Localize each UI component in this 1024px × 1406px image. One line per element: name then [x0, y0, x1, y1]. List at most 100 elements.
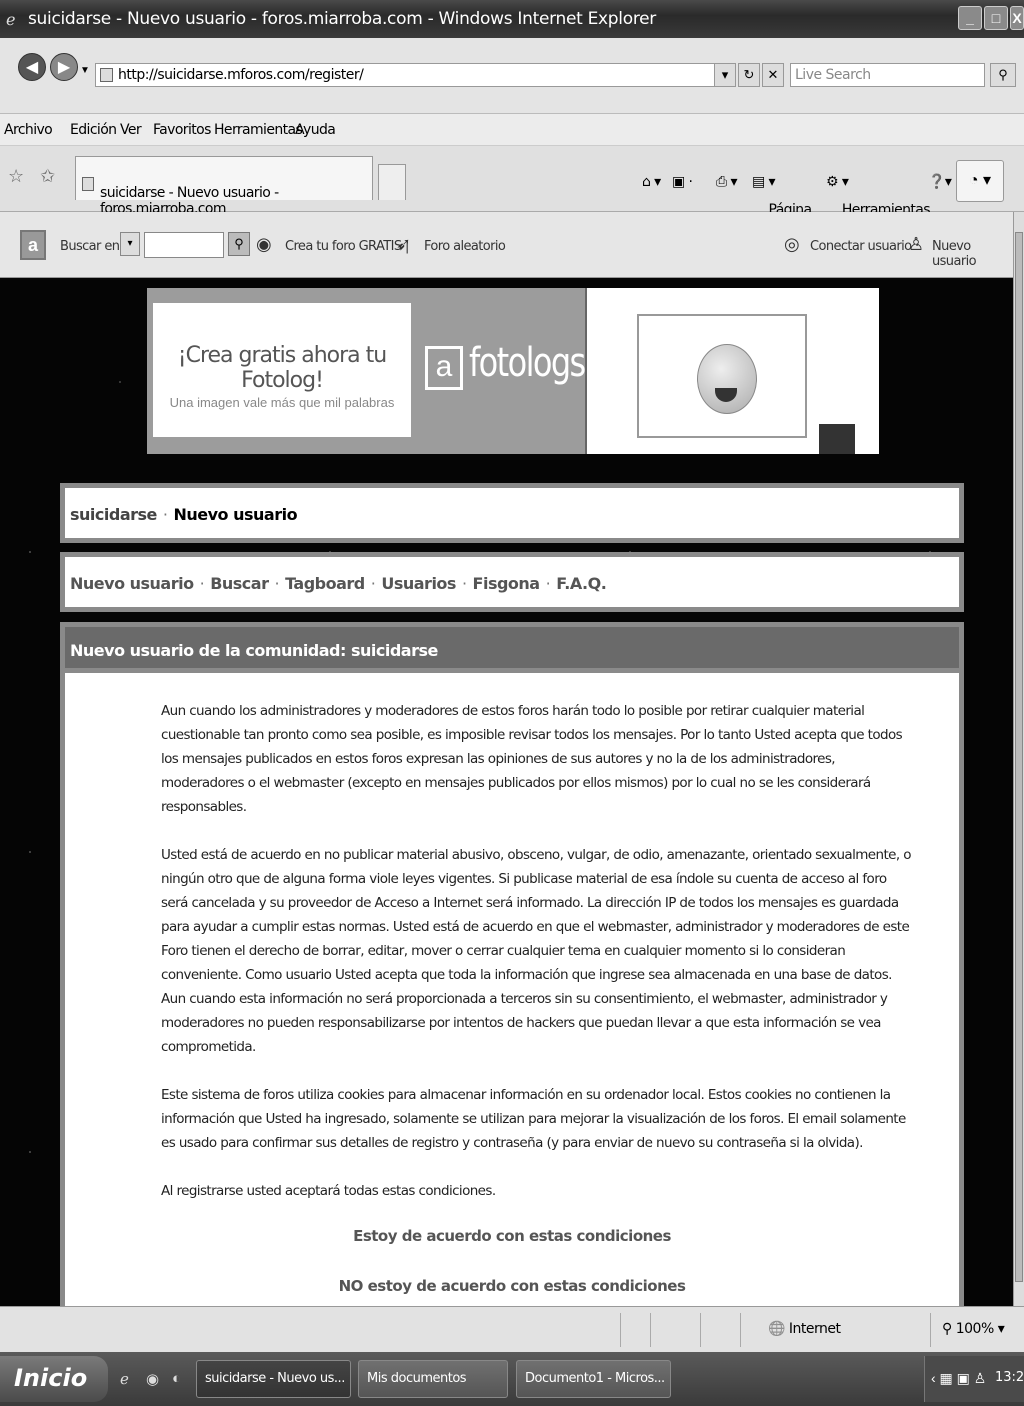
new-user-icon: ♙ [908, 234, 924, 255]
add-favorites-icon[interactable]: ✩ [40, 166, 55, 187]
vertical-scrollbar[interactable] [1013, 212, 1024, 1306]
fotolog-banner[interactable]: ¡Crea gratis ahora tu Fotolog! Una image… [147, 288, 879, 454]
clock: 13:24 [995, 1370, 1024, 1385]
task-browser[interactable]: suicidarse - Nuevo us... [196, 1360, 351, 1398]
taskbar: Inicio ℯ ◉ ◐ suicidarse - Nuevo us... Mi… [0, 1352, 1024, 1406]
miarroba-toolbar: a Buscar en: ▾ ⚲ ◉ Crea tu foro GRATIS |… [0, 212, 1013, 278]
back-button[interactable]: ◀ [18, 53, 46, 81]
maximize-button[interactable]: □ [984, 6, 1008, 30]
minimize-button[interactable]: _ [958, 6, 982, 30]
media-quicklaunch-icon[interactable]: ◉ [146, 1370, 159, 1388]
nav-faq[interactable]: F.A.Q. [556, 574, 607, 593]
menu-edicion[interactable]: Edición [70, 122, 117, 138]
random-forum-icon: ➶ [396, 234, 411, 255]
task-label: Documento1 - Micros... [525, 1371, 665, 1386]
tray-icons[interactable]: ‹ ▦ ▣ ♙ [931, 1370, 986, 1387]
task-label: Mis documentos [367, 1371, 467, 1386]
smiley-face-icon [697, 344, 757, 414]
banner-headline: ¡Crea gratis ahora tu Fotolog! [177, 343, 387, 393]
print-icon[interactable]: ⎙ ▾ [716, 174, 737, 190]
create-forum-icon: ◉ [256, 234, 272, 255]
status-separator [700, 1313, 701, 1347]
magnifier-icon[interactable]: ⚲ [228, 232, 250, 256]
research-button[interactable]: ◔ ▾ [956, 160, 1004, 202]
tools-menu[interactable]: ⚙ Herramientas ▾ [826, 174, 931, 218]
banner-brand: fotologs [469, 340, 586, 386]
new-user-link[interactable]: Nuevo usuario [932, 239, 1013, 269]
random-forum-link[interactable]: Foro aleatorio [424, 239, 506, 254]
registration-panel: Nuevo usuario de la comunidad: suicidars… [60, 622, 964, 1306]
page-icon [100, 68, 113, 82]
terms-paragraph: Usted está de acuerdo en no publicar mat… [161, 847, 912, 1055]
search-input[interactable]: Live Search [790, 63, 985, 87]
nav-usuarios[interactable]: Usuarios [381, 574, 456, 593]
menu-ayuda[interactable]: Ayuda [295, 122, 336, 138]
page-menu[interactable]: ▤ Página ▾ [752, 174, 812, 218]
task-mis-documentos[interactable]: Mis documentos [358, 1360, 508, 1398]
feeds-icon[interactable]: ▣ · [672, 174, 693, 190]
search-icon[interactable]: ⚲ [990, 63, 1016, 87]
zoom-control[interactable]: ⚲ 100% ▾ [942, 1321, 1005, 1337]
agree-link[interactable]: Estoy de acuerdo con estas condiciones [65, 1227, 959, 1245]
forward-button[interactable]: ▶ [50, 53, 78, 81]
menu-favoritos[interactable]: Favoritos [153, 122, 211, 138]
nav-buscar[interactable]: Buscar [210, 574, 269, 593]
stop-icon[interactable]: ✕ [762, 63, 784, 87]
nav-tagboard[interactable]: Tagboard [285, 574, 365, 593]
scrollbar-thumb[interactable] [1015, 232, 1023, 1282]
breadcrumb-current: Nuevo usuario [173, 505, 298, 524]
page-content: a Buscar en: ▾ ⚲ ◉ Crea tu foro GRATIS |… [0, 212, 1013, 1306]
panel-heading: Nuevo usuario de la comunidad: suicidars… [65, 627, 959, 673]
browser-tab[interactable]: suicidarse - Nuevo usuario - foros.miarr… [75, 156, 373, 217]
address-input[interactable]: http://suicidarse.mforos.com/register/ [95, 63, 735, 87]
banner-preview-image [585, 288, 879, 454]
task-label: suicidarse - Nuevo us... [205, 1371, 345, 1386]
start-label: Inicio [14, 1364, 88, 1392]
menu-ver[interactable]: Ver [120, 122, 142, 138]
status-separator [650, 1313, 651, 1347]
menu-archivo[interactable]: Archivo [4, 122, 53, 138]
status-separator [620, 1313, 621, 1347]
desktop-quicklaunch-icon[interactable]: ◐ [172, 1370, 181, 1387]
new-tab-button[interactable] [378, 164, 406, 200]
page-icon [82, 177, 94, 191]
miarroba-logo[interactable]: a [20, 230, 46, 260]
tab-bar: ☆ ✩ suicidarse - Nuevo usuario - foros.m… [0, 146, 1024, 218]
start-button[interactable]: Inicio [0, 1356, 108, 1402]
help-icon[interactable]: ❓▾ [928, 174, 952, 190]
banner-text-box: ¡Crea gratis ahora tu Fotolog! Una image… [153, 303, 411, 437]
banner-subline: Una imagen vale más que mil palabras [169, 395, 395, 410]
window-title: suicidarse - Nuevo usuario - foros.miarr… [28, 9, 656, 29]
security-zone: 🌐 Internet [768, 1321, 841, 1337]
zone-label: Internet [788, 1321, 841, 1337]
ie-quicklaunch-icon[interactable]: ℯ [120, 1370, 129, 1388]
terms-text: Aun cuando los administradores y moderad… [65, 673, 959, 1203]
nav-nuevo-usuario[interactable]: Nuevo usuario [70, 574, 194, 593]
address-toolbar: ◀ ▶ ▼ http://suicidarse.mforos.com/regis… [0, 38, 1024, 114]
home-icon[interactable]: ⌂ ▾ [642, 174, 661, 190]
menu-bar: Archivo Edición Ver Favoritos Herramient… [0, 114, 1024, 146]
create-forum-link[interactable]: Crea tu foro GRATIS | [285, 239, 409, 254]
address-dropdown-button[interactable]: ▾ [714, 63, 736, 87]
close-button[interactable]: X [1010, 6, 1024, 30]
terms-paragraph: Aun cuando los administradores y moderad… [161, 703, 903, 815]
zoom-value: 100% [955, 1321, 995, 1337]
ie-icon: ℯ [6, 12, 16, 29]
refresh-icon[interactable]: ↻ [738, 63, 760, 87]
breadcrumb-forum-link[interactable]: suicidarse [70, 505, 157, 524]
favorites-star-icon[interactable]: ☆ [8, 166, 24, 187]
connect-user-link[interactable]: Conectar usuario · [810, 239, 919, 254]
menu-herramientas[interactable]: Herramientas [214, 122, 303, 138]
system-tray: ‹ ▦ ▣ ♙ 13:24 [924, 1356, 1024, 1402]
forum-search-input[interactable] [144, 232, 224, 258]
terms-paragraph: Este sistema de foros utiliza cookies pa… [161, 1087, 906, 1151]
breadcrumb: suicidarse · Nuevo usuario [60, 483, 964, 543]
task-word[interactable]: Documento1 - Micros... [516, 1360, 671, 1398]
nav-fisgona[interactable]: Fisgona [473, 574, 541, 593]
at-logo-icon: a [425, 346, 463, 390]
search-scope-select[interactable]: ▾ [120, 232, 140, 256]
disagree-link[interactable]: NO estoy de acuerdo con estas condicione… [65, 1277, 959, 1295]
history-dropdown-icon[interactable]: ▼ [80, 65, 90, 76]
terms-paragraph: Al registrarse usted aceptará todas esta… [161, 1183, 496, 1199]
status-bar: 🌐 Internet ⚲ 100% ▾ [0, 1306, 1024, 1352]
